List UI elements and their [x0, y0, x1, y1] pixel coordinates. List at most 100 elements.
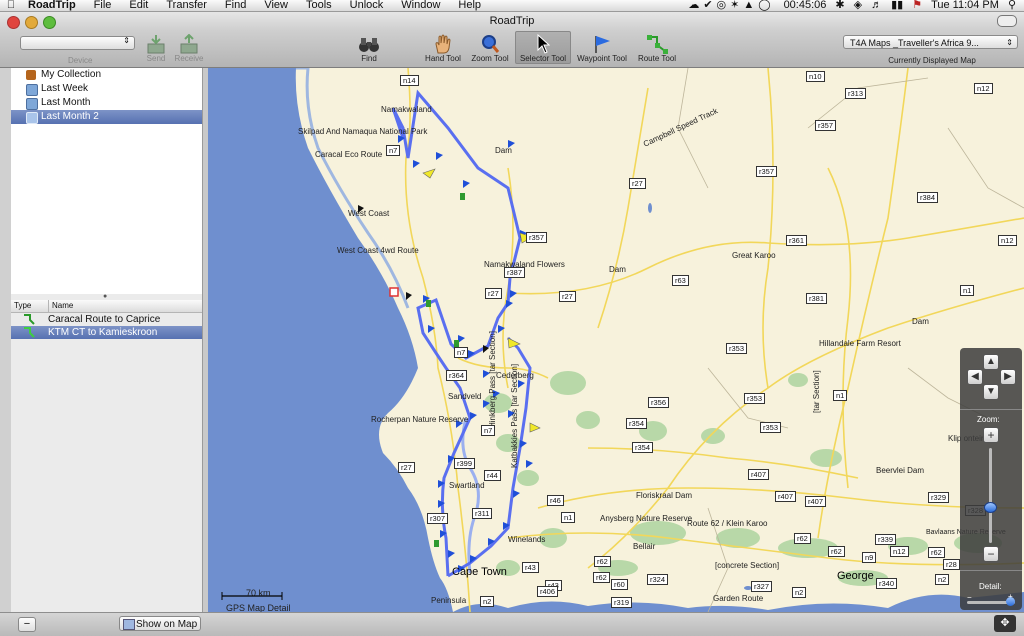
collection-item-last-month-2[interactable]: Last Month 2	[11, 110, 202, 124]
road-shield: r407	[748, 469, 770, 480]
map-label: Route 62 / Klein Karoo	[687, 519, 768, 528]
send-button[interactable]: Send	[143, 32, 169, 63]
road-shield: r361	[786, 235, 808, 246]
collection-item-last-week[interactable]: Last Week	[11, 82, 202, 96]
close-window-button[interactable]	[7, 16, 20, 29]
collection-item-my-collection[interactable]: My Collection	[11, 68, 202, 82]
pan-up-button[interactable]: ▲	[983, 354, 999, 370]
road-shield: r62	[593, 572, 610, 583]
zoom-tool-button[interactable]: Zoom Tool	[468, 32, 512, 63]
menu-file[interactable]: File	[85, 0, 121, 11]
road-shield: n9	[862, 552, 877, 563]
briefcase-icon	[26, 70, 36, 80]
status-icons[interactable]: ☁✔◎✶▲◯	[688, 0, 774, 11]
map-select-value: T4A Maps _Traveller's Africa 9...	[850, 38, 979, 48]
menu-help[interactable]: Help	[449, 0, 490, 11]
road-shield: r62	[928, 547, 945, 558]
wifi-icon[interactable]: ◈	[854, 0, 862, 11]
zoom-in-button[interactable]: +	[983, 427, 999, 443]
road-shield: n1	[833, 390, 848, 401]
receive-button[interactable]: Receive	[173, 32, 205, 63]
minimize-window-button[interactable]	[25, 16, 38, 29]
apple-menu-icon[interactable]: 	[0, 0, 22, 11]
pan-left-button[interactable]: ◀	[967, 369, 983, 385]
road-shield: r353	[760, 422, 782, 433]
route-tool-button[interactable]: Route Tool	[635, 32, 679, 63]
road-shield: r357	[526, 232, 548, 243]
toolbar-toggle-button[interactable]	[997, 15, 1017, 27]
popup-arrow-icon: ⇕	[1006, 38, 1013, 47]
show-on-map-button[interactable]: Show on Map	[119, 616, 201, 631]
sidebar: My Collection Last Week Last Month Last …	[11, 68, 203, 612]
menu-window[interactable]: Window	[392, 0, 449, 11]
map-label: Skilpad And Namaqua National Park	[298, 127, 428, 136]
road-shield: n12	[974, 83, 993, 94]
collection-item-last-month[interactable]: Last Month	[11, 96, 202, 110]
battery-icon[interactable]: ▮▮	[891, 0, 903, 11]
clock[interactable]: Tue 11:04 PM	[931, 0, 999, 11]
zoom-slider-thumb[interactable]	[984, 502, 997, 513]
magnifier-icon	[482, 35, 500, 53]
zoom-slider-track[interactable]	[989, 448, 992, 543]
map-view[interactable]: Namakwaland Skilpad And Namaqua National…	[208, 68, 1024, 612]
collection-label: Last Week	[41, 83, 89, 94]
hand-icon	[435, 34, 451, 54]
map-select[interactable]: T4A Maps _Traveller's Africa 9... ⇕	[843, 35, 1018, 49]
menu-find[interactable]: Find	[216, 0, 255, 11]
zoom-label: Zoom:	[977, 415, 1000, 424]
volume-icon[interactable]: ♬	[871, 0, 882, 11]
fullscreen-button[interactable]: ✥	[994, 615, 1016, 632]
waypoint-tool-button[interactable]: Waypoint Tool	[573, 32, 631, 63]
route-icon	[24, 327, 35, 338]
detail-slider-thumb[interactable]	[1006, 597, 1015, 606]
collection-label: Last Month	[41, 97, 91, 108]
binoculars-icon	[359, 38, 379, 52]
selector-tool-button[interactable]: Selector Tool	[515, 31, 571, 64]
split-handle[interactable]: ●	[103, 293, 107, 300]
road-shield: n7	[454, 347, 469, 358]
menu-app[interactable]: RoadTrip	[22, 0, 85, 11]
hand-tool-label: Hand Tool	[425, 54, 461, 63]
routes-list: Caracal Route to Caprice KTM CT to Kamie…	[11, 313, 202, 339]
zoom-window-button[interactable]	[43, 16, 56, 29]
menu-view[interactable]: View	[255, 0, 297, 11]
map-label: Beervlei Dam	[876, 466, 925, 475]
route-row[interactable]: KTM CT to Kamieskroon	[11, 326, 202, 339]
bluetooth-icon[interactable]: ✱	[835, 0, 844, 11]
road-shield: r384	[917, 192, 939, 203]
menu-tools[interactable]: Tools	[297, 0, 341, 11]
road-shield: r311	[472, 508, 493, 519]
map-label: Dam	[609, 265, 626, 274]
map-label: Floriskraal Dam	[636, 491, 693, 500]
road-shield: n1	[561, 512, 576, 523]
map-label: Hinkberg Pass [tar Section]	[488, 331, 497, 428]
collection-label: My Collection	[41, 69, 102, 80]
pan-right-button[interactable]: ▶	[1000, 369, 1016, 385]
road-shield: n12	[890, 546, 909, 557]
column-name[interactable]: Name	[48, 300, 73, 312]
map-label: Hillandale Farm Resort	[819, 339, 901, 348]
find-button[interactable]: Find	[356, 32, 382, 63]
zoom-out-button[interactable]: −	[983, 546, 999, 562]
flag-icon[interactable]: ⚑	[912, 0, 922, 11]
road-shield: r327	[751, 581, 773, 592]
menu-unlock[interactable]: Unlock	[341, 0, 393, 11]
map-label: Rocherpan Nature Reserve	[371, 415, 469, 424]
receive-icon	[180, 34, 198, 54]
map-label: Namakwaland	[381, 105, 432, 114]
column-type[interactable]: Type	[14, 300, 31, 312]
remove-button[interactable]: −	[18, 617, 36, 632]
scale-caption: GPS Map Detail	[226, 603, 291, 612]
route-row[interactable]: Caracal Route to Caprice	[11, 313, 202, 326]
spotlight-icon[interactable]: ⚲	[1008, 0, 1016, 11]
timer-readout[interactable]: 00:45:06	[784, 0, 827, 11]
menu-edit[interactable]: Edit	[120, 0, 157, 11]
menu-transfer[interactable]: Transfer	[157, 0, 216, 11]
device-popup[interactable]: ⇕	[20, 36, 135, 50]
road-shield: n2	[480, 596, 495, 607]
road-shield: r62	[794, 533, 811, 544]
map-label: Swartland	[449, 481, 485, 490]
pan-down-button[interactable]: ▼	[983, 384, 999, 400]
hand-tool-button[interactable]: Hand Tool	[421, 32, 465, 63]
road-shield: r354	[632, 442, 654, 453]
